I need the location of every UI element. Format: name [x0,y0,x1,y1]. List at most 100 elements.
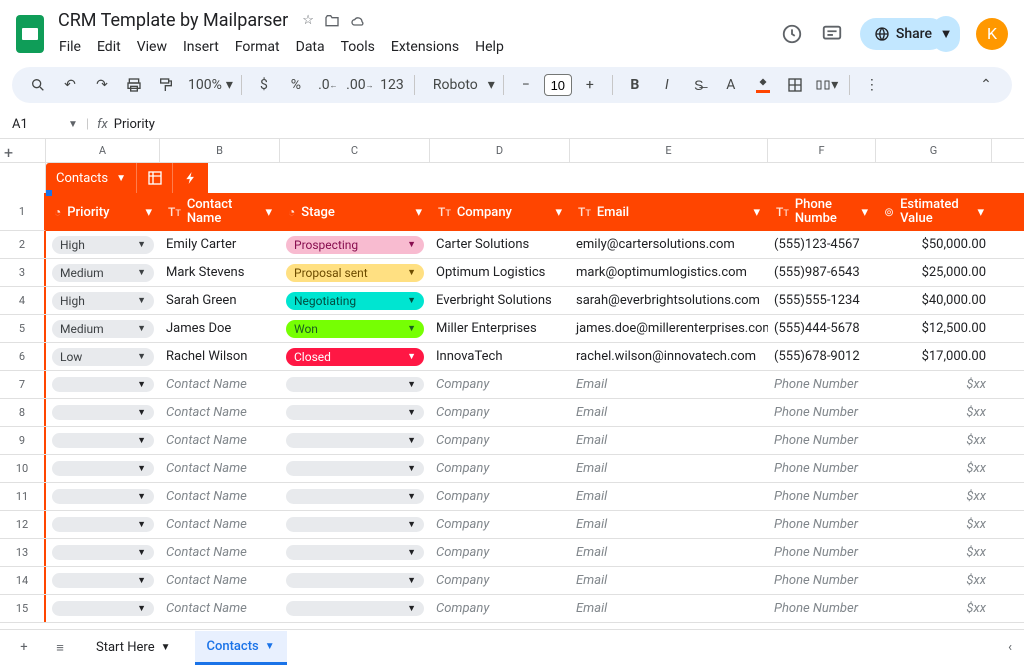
cell-value[interactable]: $xx [876,399,992,426]
cell-contact[interactable]: Emily Carter [160,231,280,258]
cell-contact[interactable]: Contact Name [160,399,280,426]
row-header[interactable]: 9 [0,427,46,454]
table-view-icon[interactable] [136,163,172,193]
row-header-1[interactable]: 1 [0,193,46,231]
cell-priority[interactable]: ▼ [46,595,160,622]
chevron-down-icon[interactable]: ▾ [265,205,272,220]
more-button[interactable]: ⋮ [858,71,886,99]
row-header[interactable]: 4 [0,287,46,314]
cell-phone[interactable]: (555)123-4567 [768,231,876,258]
stage-chip[interactable]: Closed▼ [286,348,424,366]
column-header-email[interactable]: TᴛEmail▾ [570,193,768,231]
cell-contact[interactable]: Contact Name [160,567,280,594]
zoom-dropdown[interactable]: 100% ▾ [184,71,233,99]
share-dropdown[interactable]: ▼ [932,16,960,52]
chevron-down-icon[interactable]: ▾ [555,205,562,220]
cell-email[interactable]: james.doe@millerenterprises.com [570,315,768,342]
row-header[interactable]: 2 [0,231,46,258]
cell-email[interactable]: mark@optimumlogistics.com [570,259,768,286]
add-row-icon[interactable]: + [0,143,13,162]
cell-value[interactable]: $xx [876,455,992,482]
cell-value[interactable]: $xx [876,483,992,510]
stage-chip[interactable]: ▼ [286,405,424,420]
row-header[interactable]: 6 [0,343,46,370]
cell-contact[interactable]: Sarah Green [160,287,280,314]
cell-contact[interactable]: James Doe [160,315,280,342]
history-icon[interactable] [780,22,804,46]
more-formats-button[interactable]: 123 [378,71,406,99]
print-icon[interactable] [120,71,148,99]
cell-priority[interactable]: High▼ [46,231,160,258]
cell-stage[interactable]: ▼ [280,595,430,622]
cell-value[interactable]: $12,500.00 [876,315,992,342]
chevron-down-icon[interactable]: ▾ [145,205,152,220]
cell-value[interactable]: $xx [876,427,992,454]
priority-chip[interactable]: ▼ [52,517,154,532]
priority-chip[interactable]: ▼ [52,573,154,588]
cell-value[interactable]: $xx [876,567,992,594]
priority-chip[interactable]: High▼ [52,292,154,310]
cell-company[interactable]: Company [430,539,570,566]
col-header-g[interactable]: G [876,139,992,162]
cell-contact[interactable]: Contact Name [160,595,280,622]
cell-stage[interactable]: ▼ [280,399,430,426]
priority-chip[interactable]: Medium▼ [52,320,154,338]
col-header-c[interactable]: C [280,139,430,162]
row-header[interactable]: 7 [0,371,46,398]
priority-chip[interactable]: High▼ [52,236,154,254]
cell-phone[interactable]: Phone Number [768,483,876,510]
cell-contact[interactable]: Contact Name [160,371,280,398]
paint-format-icon[interactable] [152,71,180,99]
cell-email[interactable]: Email [570,511,768,538]
menu-edit[interactable]: Edit [90,35,128,59]
cell-priority[interactable]: ▼ [46,483,160,510]
collapse-toolbar-icon[interactable]: ⌃ [972,71,1000,99]
fill-color-button[interactable] [749,71,777,99]
cell-company[interactable]: Everbright Solutions [430,287,570,314]
row-header[interactable]: 8 [0,399,46,426]
cell-phone[interactable]: Phone Number [768,427,876,454]
column-header-value[interactable]: ⊚Estimated Value▾ [876,193,992,231]
column-header-company[interactable]: TᴛCompany▾ [430,193,570,231]
row-header[interactable]: 12 [0,511,46,538]
cell-contact[interactable]: Contact Name [160,511,280,538]
priority-chip[interactable]: ▼ [52,601,154,616]
cell-ref-dropdown-icon[interactable]: ▼ [68,119,78,130]
cell-email[interactable]: rachel.wilson@innovatech.com [570,343,768,370]
document-title[interactable]: CRM Template by Mailparser [52,8,294,33]
cell-stage[interactable]: Closed▼ [280,343,430,370]
selection-handle[interactable] [46,190,52,196]
cell-stage[interactable]: ▼ [280,567,430,594]
stage-chip[interactable]: ▼ [286,601,424,616]
sheet-tab-start-here[interactable]: Start Here ▼ [84,632,183,663]
row-header[interactable]: 15 [0,595,46,622]
stage-chip[interactable]: ▼ [286,573,424,588]
cell-company[interactable]: Carter Solutions [430,231,570,258]
font-size-input[interactable] [544,74,572,96]
cell-company[interactable]: Optimum Logistics [430,259,570,286]
percent-button[interactable]: % [282,71,310,99]
font-dropdown[interactable]: Roboto ▾ [423,71,495,99]
search-icon[interactable] [24,71,52,99]
cell-phone[interactable]: (555)555-1234 [768,287,876,314]
decrease-decimal-button[interactable]: .0← [314,71,342,99]
stage-chip[interactable]: ▼ [286,461,424,476]
col-header-b[interactable]: B [160,139,280,162]
cell-company[interactable]: Company [430,567,570,594]
table-tab-contacts[interactable]: Contacts▼ [46,163,136,193]
column-header-priority[interactable]: ◔Priority▾ [46,193,160,231]
chevron-down-icon[interactable]: ▾ [415,205,422,220]
cell-email[interactable]: Email [570,567,768,594]
cell-phone[interactable]: Phone Number [768,371,876,398]
chevron-down-icon[interactable]: ▼ [116,173,126,184]
row-header[interactable]: 13 [0,539,46,566]
text-color-button[interactable]: A [717,71,745,99]
cell-company[interactable]: Company [430,483,570,510]
cell-value[interactable]: $xx [876,511,992,538]
cell-contact[interactable]: Contact Name [160,539,280,566]
priority-chip[interactable]: ▼ [52,405,154,420]
cell-value[interactable]: $25,000.00 [876,259,992,286]
select-all-corner[interactable]: + [0,139,46,162]
cell-stage[interactable]: ▼ [280,371,430,398]
stage-chip[interactable]: Prospecting▼ [286,236,424,254]
